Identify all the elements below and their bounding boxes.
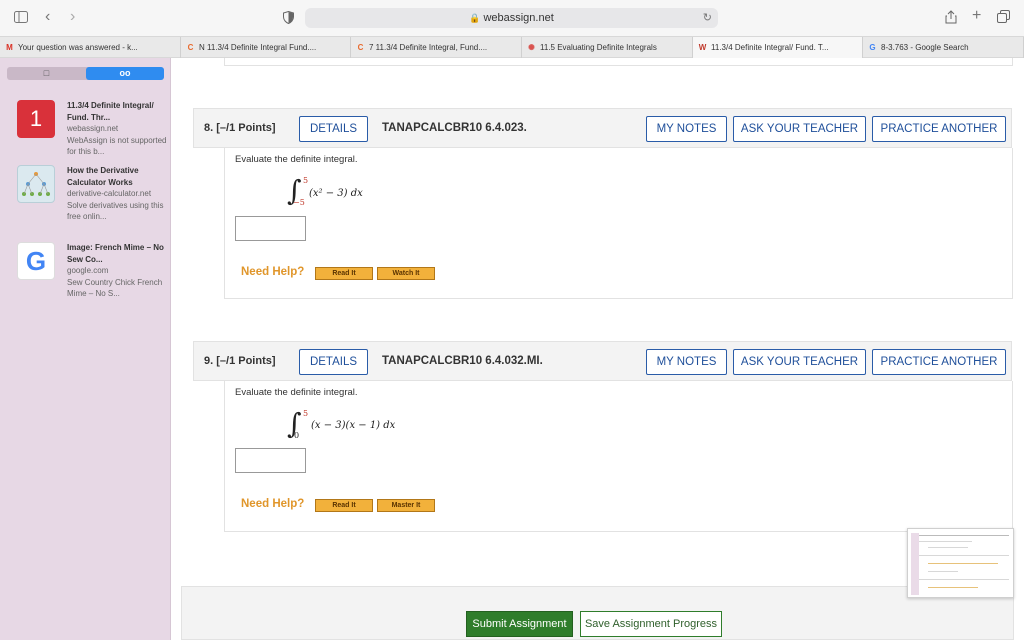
tab-label: 8-3.763 - Google Search: [881, 43, 969, 52]
browser-tab[interactable]: C N 11.3/4 Definite Integral Fund....: [181, 37, 351, 58]
practice-another-button[interactable]: PRACTICE ANOTHER: [872, 349, 1006, 375]
lock-icon: 🔒: [469, 13, 481, 23]
upper-limit: 5: [303, 176, 309, 185]
tab-label: 11.5 Evaluating Definite Integrals: [540, 43, 657, 52]
my-notes-button[interactable]: MY NOTES: [646, 116, 727, 142]
sidebar-item-desc: WebAssign is not supported for this b...: [67, 135, 167, 157]
tab-label: 11.3/4 Definite Integral/ Fund. T...: [711, 43, 829, 52]
cengage-icon: C: [357, 43, 364, 52]
integrand: (x² − 3) dx: [309, 188, 363, 199]
read-it-button[interactable]: Read It: [315, 267, 373, 280]
share-icon[interactable]: [945, 10, 957, 26]
browser-tab[interactable]: G 8-3.763 - Google Search: [863, 37, 1024, 58]
upper-limit: 5: [303, 409, 309, 418]
lower-limit: −5: [293, 198, 305, 207]
new-tab-plus-icon[interactable]: +: [972, 8, 981, 24]
need-help-label: Need Help?: [241, 498, 305, 510]
reading-list-sidebar: □ oo 1 11.3/4 Definite Integral/ Fund. T…: [0, 58, 171, 640]
answer-input[interactable]: [235, 216, 306, 241]
sidebar-item-text: Image: French Mime – No Sew Co... google…: [67, 242, 167, 300]
reading-list-segment[interactable]: oo: [86, 67, 164, 80]
question-code: TANAPCALCBR10 6.4.023.: [382, 122, 527, 134]
details-button[interactable]: DETAILS: [299, 116, 368, 142]
tab-label: N 11.3/4 Definite Integral Fund....: [199, 43, 317, 52]
lower-limit: 0: [294, 431, 300, 440]
forward-arrow-icon[interactable]: ›: [70, 9, 75, 25]
need-help-label: Need Help?: [241, 266, 305, 278]
sidebar-item-text: How the Derivative Calculator Works deri…: [67, 165, 167, 223]
integrand: (x − 3)(x − 1) dx: [311, 420, 396, 431]
question-number: 8. [–/1 Points]: [204, 122, 276, 134]
browser-tab[interactable]: W 11.3/4 Definite Integral/ Fund. T...: [693, 37, 863, 58]
watch-it-button[interactable]: Watch It: [377, 267, 435, 280]
back-arrow-icon[interactable]: ‹: [45, 9, 50, 25]
screenshot-preview-thumbnail[interactable]: [907, 528, 1014, 598]
sidebar-item-desc: Sew Country Chick French Mime – No S...: [67, 277, 163, 299]
sidebar-item-desc: Solve derivatives using this free onlin.…: [67, 200, 164, 222]
my-notes-button[interactable]: MY NOTES: [646, 349, 727, 375]
gmail-icon: M: [6, 43, 13, 52]
browser-tab[interactable]: C 7 11.3/4 Definite Integral, Fund....: [351, 37, 522, 58]
details-button[interactable]: DETAILS: [299, 349, 368, 375]
sidebar-item-domain: webassign.net: [67, 124, 119, 133]
question-prompt: Evaluate the definite integral.: [235, 387, 358, 398]
sidebar-item-text: 11.3/4 Definite Integral/ Fund. Thr... w…: [67, 100, 167, 158]
address-bar[interactable]: 🔒 webassign.net ↻: [305, 8, 718, 28]
browser-toolbar: ‹ › 🔒 webassign.net ↻ +: [0, 0, 1024, 36]
sidebar-item-domain: derivative-calculator.net: [67, 189, 152, 198]
practice-another-button[interactable]: PRACTICE ANOTHER: [872, 116, 1006, 142]
thumb-letter: G: [25, 245, 47, 276]
save-progress-button[interactable]: Save Assignment Progress: [580, 611, 722, 637]
ask-teacher-button[interactable]: ASK YOUR TEACHER: [733, 349, 866, 375]
browser-tab[interactable]: M Your question was answered - k...: [0, 37, 181, 58]
thumb-number: 1: [29, 106, 43, 131]
bookmarks-segment[interactable]: □: [7, 67, 86, 80]
question-8-body: Evaluate the definite integral. ∫ 5 −5 (…: [224, 148, 1013, 299]
sidebar-toggle-icon[interactable]: [14, 11, 28, 25]
address-url: webassign.net: [483, 12, 554, 24]
answer-input[interactable]: [235, 448, 306, 473]
cengage-icon: C: [187, 43, 194, 52]
question-code: TANAPCALCBR10 6.4.032.MI.: [382, 355, 543, 367]
sidebar-item-title: 11.3/4 Definite Integral/ Fund. Thr...: [67, 101, 154, 122]
read-it-button[interactable]: Read It: [315, 499, 373, 512]
loading-icon: ✺: [528, 43, 535, 52]
sidebar-item-domain: google.com: [67, 266, 109, 275]
google-icon: G: [869, 43, 876, 52]
question-9-body: Evaluate the definite integral. ∫ 5 0 (x…: [224, 381, 1013, 532]
diagram-thumb-icon: [17, 165, 55, 203]
tab-bar: M Your question was answered - k... C N 11.…: [0, 36, 1024, 58]
browser-tab[interactable]: ✺ 11.5 Evaluating Definite Integrals: [522, 37, 693, 58]
webassign-thumb-icon: 1: [17, 100, 55, 138]
previous-question-box: [224, 58, 1013, 66]
sidebar-item-title: Image: French Mime – No Sew Co...: [67, 243, 164, 264]
reload-icon[interactable]: ↻: [703, 8, 712, 28]
question-number: 9. [–/1 Points]: [204, 355, 276, 367]
tab-label: Your question was answered - k...: [18, 43, 138, 52]
webassign-icon: W: [698, 43, 707, 52]
question-9-header: 9. [–/1 Points] DETAILS TANAPCALCBR10 6.…: [193, 341, 1012, 381]
privacy-shield-icon[interactable]: [283, 10, 294, 26]
tab-label: 7 11.3/4 Definite Integral, Fund....: [369, 43, 488, 52]
submit-assignment-button[interactable]: Submit Assignment: [466, 611, 573, 637]
question-prompt: Evaluate the definite integral.: [235, 154, 358, 165]
sidebar-item-title: How the Derivative Calculator Works: [67, 166, 139, 187]
tab-overview-icon[interactable]: [997, 10, 1010, 25]
question-8-header: 8. [–/1 Points] DETAILS TANAPCALCBR10 6.…: [193, 108, 1012, 148]
sidebar-segment-control[interactable]: □ oo: [7, 67, 164, 80]
ask-teacher-button[interactable]: ASK YOUR TEACHER: [733, 116, 866, 142]
master-it-button[interactable]: Master It: [377, 499, 435, 512]
google-thumb-icon: G: [17, 242, 55, 280]
